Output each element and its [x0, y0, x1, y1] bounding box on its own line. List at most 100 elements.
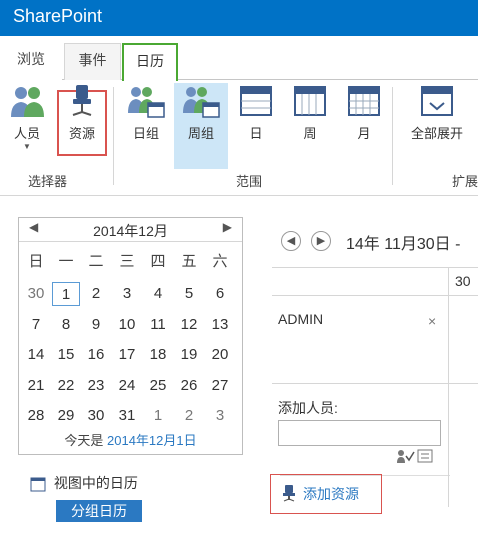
calendar-day[interactable]: 30	[22, 282, 50, 306]
weekday-header: 一	[58, 253, 74, 270]
calendar-day[interactable]: 16	[82, 343, 110, 367]
month-view-button[interactable]: 月	[346, 83, 382, 142]
expand-group-label: 扩展	[452, 174, 478, 189]
calendar-day[interactable]: 31	[113, 404, 141, 428]
week-group-button[interactable]: 周组	[178, 83, 224, 142]
calendar-day[interactable]: 8	[52, 313, 80, 337]
calendar-day[interactable]: 23	[82, 374, 110, 398]
expand-all-label: 全部展开	[410, 126, 463, 141]
chevron-down-icon: ▼	[23, 142, 31, 151]
day-group-label: 日组	[132, 126, 159, 141]
people-button[interactable]: 人员 ▼	[4, 83, 50, 151]
ribbon: 人员 ▼ 资源 选择器 日组 周组 日 周 月 范围 全部展开 扩展	[0, 81, 478, 196]
close-icon[interactable]: ×	[428, 313, 436, 329]
calendar-day-icon	[240, 86, 272, 116]
calendars-in-view: 视图中的日历	[30, 473, 138, 493]
today-link[interactable]: 2014年12月1日	[107, 433, 197, 448]
calendar-day[interactable]: 28	[22, 404, 50, 428]
calendar-icon	[30, 477, 46, 492]
tab-browse[interactable]: 浏览	[0, 43, 62, 80]
calendar-day[interactable]: 19	[175, 343, 203, 367]
tab-events[interactable]: 事件	[64, 43, 121, 80]
day-group-button[interactable]: 日组	[124, 83, 168, 142]
prev-arrow-icon[interactable]: ◀	[281, 231, 301, 251]
calendar-day[interactable]: 5	[175, 282, 203, 306]
calendar-day[interactable]: 18	[144, 343, 172, 367]
ribbon-divider	[113, 87, 114, 185]
chair-icon	[72, 85, 92, 116]
weekday-header: 三	[119, 253, 135, 270]
calendar-day[interactable]: 25	[144, 374, 172, 398]
suite-bar: SharePoint	[0, 0, 478, 36]
calendar-day-today[interactable]: 1	[52, 282, 80, 306]
calendar-day[interactable]: 30	[82, 404, 110, 428]
calendar-day[interactable]: 2	[175, 404, 203, 428]
weekday-header: 二	[88, 253, 104, 270]
calendars-in-view-label: 视图中的日历	[53, 475, 138, 491]
calendar-day[interactable]: 29	[52, 404, 80, 428]
calendar-day[interactable]: 21	[22, 374, 50, 398]
calendar-day[interactable]: 7	[22, 313, 50, 337]
tab-calendar[interactable]: 日历	[122, 43, 178, 81]
day-group-icon	[128, 87, 165, 118]
date-range-title: 14年 11月30日 -	[346, 236, 461, 253]
mini-calendar: ◀ 2014年12月 ▶ 日一二三四五六 30 1 2 3 4 5 6 7 8 9 10 11 12 13…	[18, 217, 243, 455]
calendar-day[interactable]: 12	[175, 313, 203, 337]
calendar-day[interactable]: 6	[206, 282, 234, 306]
calendar-month-icon	[348, 86, 380, 116]
group-calendar-badge[interactable]: 分组日历	[56, 500, 142, 522]
weekday-header: 五	[181, 253, 197, 270]
ribbon-divider	[392, 87, 393, 185]
calendar-day[interactable]: 1	[144, 404, 172, 428]
add-person-input[interactable]	[278, 420, 441, 446]
selector-group-label: 选择器	[28, 174, 68, 189]
resources-label: 资源	[68, 126, 95, 141]
next-month-icon[interactable]: ▶	[223, 220, 232, 234]
expand-all-button[interactable]: 全部展开	[402, 83, 472, 142]
resources-button[interactable]: 资源	[58, 83, 106, 142]
ribbon-tabs: 浏览 事件 日历	[0, 36, 478, 81]
today-prefix: 今天是	[64, 433, 104, 448]
calendar-day[interactable]: 3	[206, 404, 234, 428]
calendar-day[interactable]: 3	[113, 282, 141, 306]
people-icon	[11, 87, 44, 117]
week-view-label: 周	[303, 126, 317, 141]
people-picker-icons[interactable]	[396, 448, 436, 467]
weekday-header: 日	[28, 253, 44, 270]
week-view-button[interactable]: 周	[292, 83, 328, 142]
calendar-day[interactable]: 11	[144, 313, 172, 337]
chair-icon	[283, 485, 295, 502]
add-resource-label: 添加资源	[303, 486, 359, 502]
add-person-label: 添加人员:	[278, 400, 338, 416]
calendar-week-icon	[294, 86, 326, 116]
weekday-header: 六	[212, 253, 228, 270]
calendar-day[interactable]: 22	[52, 374, 80, 398]
expand-calendar-icon	[421, 86, 453, 116]
calendar-day[interactable]: 24	[113, 374, 141, 398]
next-arrow-icon[interactable]: ▶	[311, 231, 331, 251]
today-line: 今天是 2014年12月1日	[19, 430, 242, 449]
day-view-button[interactable]: 日	[238, 83, 274, 142]
add-resource-link[interactable]: 添加资源	[270, 474, 382, 514]
check-names-icon	[397, 449, 433, 463]
calendar-day[interactable]: 14	[22, 343, 50, 367]
brand-title[interactable]: SharePoint	[13, 6, 102, 27]
calendar-day[interactable]: 27	[206, 374, 234, 398]
calendar-day[interactable]: 13	[206, 313, 234, 337]
people-label: 人员	[13, 126, 40, 141]
calendar-day[interactable]: 17	[113, 343, 141, 367]
calendar-day[interactable]: 26	[175, 374, 203, 398]
calendar-day[interactable]: 10	[113, 313, 141, 337]
week-group-icon	[183, 87, 220, 118]
calendar-day[interactable]: 4	[144, 282, 172, 306]
member-name: ADMIN	[278, 311, 324, 327]
weekday-header: 四	[150, 253, 166, 270]
calendar-grid	[272, 267, 478, 507]
calendar-day[interactable]: 20	[206, 343, 234, 367]
calendar-day[interactable]: 15	[52, 343, 80, 367]
column-header: 30	[455, 273, 471, 289]
mini-calendar-header: ◀ 2014年12月 ▶	[19, 218, 242, 242]
calendar-day[interactable]: 9	[82, 313, 110, 337]
mini-calendar-title: 2014年12月	[93, 223, 168, 239]
calendar-day[interactable]: 2	[82, 282, 110, 306]
